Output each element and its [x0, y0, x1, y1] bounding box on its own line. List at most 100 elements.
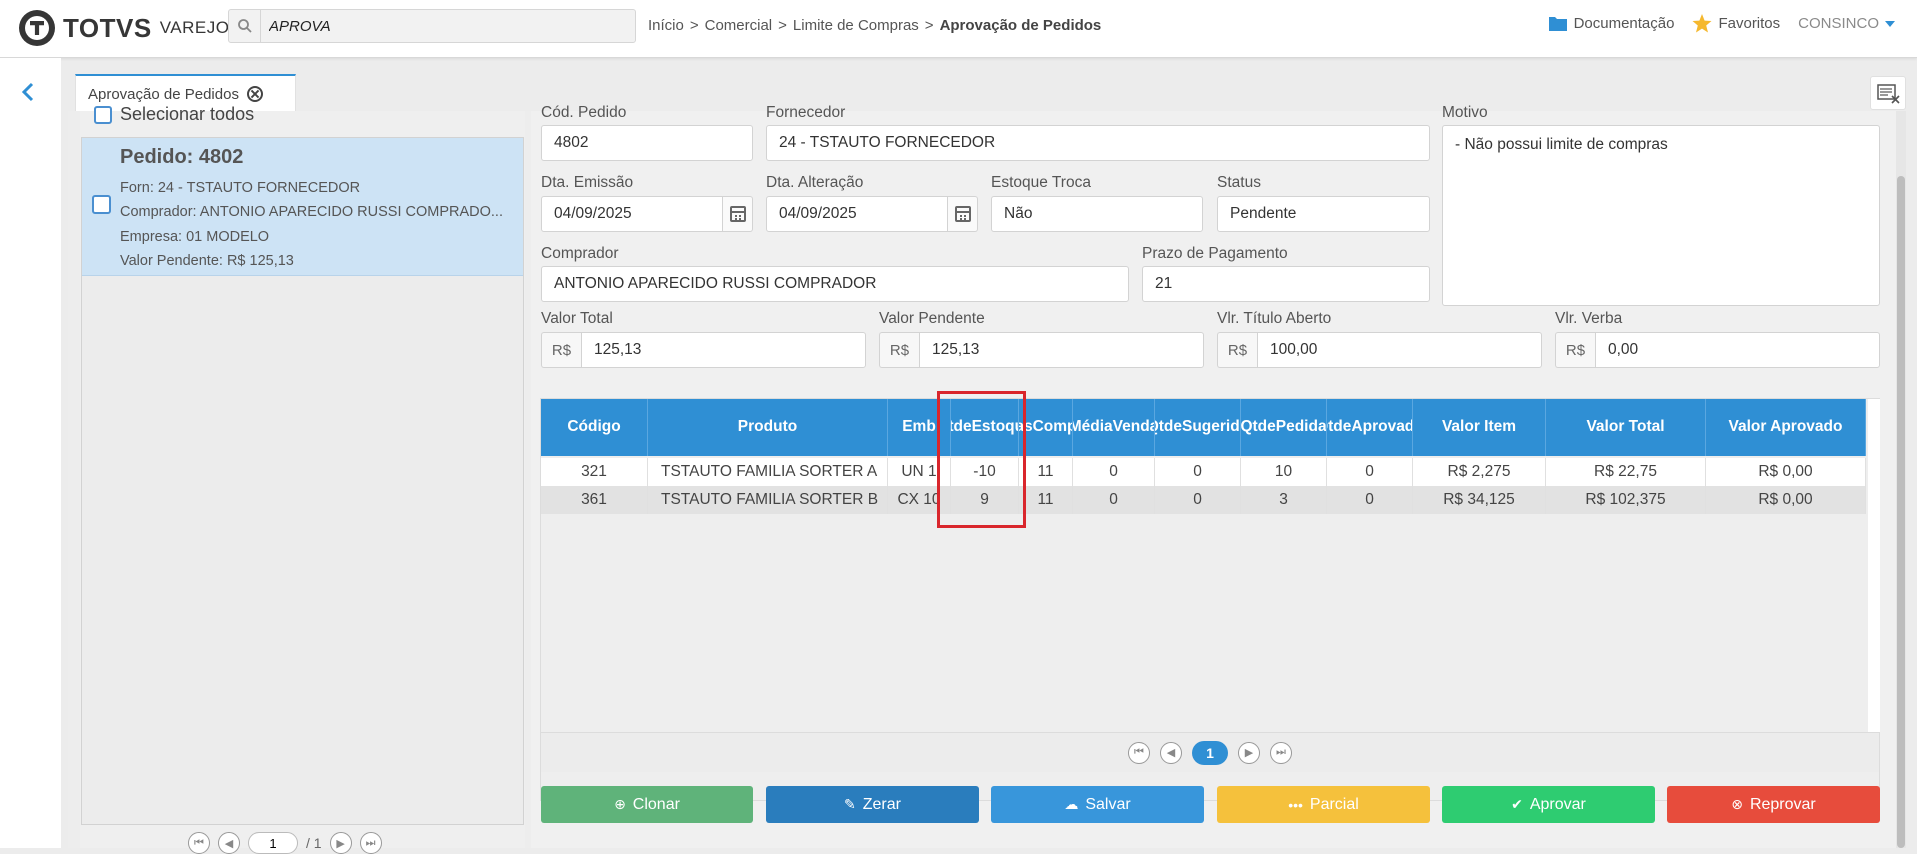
order-fornecedor: Forn: 24 - TSTAUTO FORNECEDOR	[120, 180, 361, 196]
left-sidebar	[0, 58, 61, 848]
list-pager: ⏮ ◀ / 1 ▶ ⏭	[188, 832, 382, 854]
breadcrumb-comercial[interactable]: Comercial	[705, 17, 773, 34]
page-total: / 1	[306, 835, 322, 851]
grid-header: CódigoProdutoEmbQtdeEstoqueDiasCompraMéd…	[541, 399, 1866, 456]
star-icon	[1692, 14, 1712, 33]
reprovar-button[interactable]: ⊗ Reprovar	[1667, 786, 1880, 823]
motivo-textarea[interactable]: - Não possui limite de compras	[1442, 125, 1880, 306]
breadcrumb-inicio[interactable]: Início	[648, 17, 684, 34]
prazo-label: Prazo de Pagamento	[1142, 245, 1288, 262]
select-all[interactable]: Selecionar todos	[94, 104, 254, 125]
times-circle-icon: ⊗	[1731, 796, 1743, 812]
table-row[interactable]: 361 TSTAUTO FAMILIA SORTER B CX 10 9 11 0 0 3 0 R…	[541, 486, 1866, 514]
list-item-order[interactable]: Pedido: 4802 Forn: 24 - TSTAUTO FORNECED…	[82, 138, 523, 276]
caret-down-icon	[1885, 20, 1895, 27]
select-all-label: Selecionar todos	[120, 104, 255, 124]
breadcrumb: Início > Comercial > Limite de Compras > Aprov…	[648, 17, 1102, 34]
cell-qtde-sugerida: 0	[1155, 458, 1241, 486]
salvar-button[interactable]: ☁ Salvar	[991, 786, 1204, 823]
clonar-button[interactable]: ⊕ Clonar	[541, 786, 753, 823]
vlr-titulo-field[interactable]: 100,00	[1257, 332, 1542, 368]
aprovar-button[interactable]: ✔ Aprovar	[1442, 786, 1655, 823]
column-header-valor-item[interactable]: Valor Item	[1413, 399, 1546, 456]
valor-pendente-field[interactable]: 125,13	[919, 332, 1204, 368]
parcial-button[interactable]: ••• Parcial	[1217, 786, 1430, 823]
page-scrollbar[interactable]	[1896, 111, 1906, 848]
order-checkbox[interactable]	[92, 195, 111, 214]
next-page-icon[interactable]: ▶	[329, 832, 352, 854]
select-all-checkbox[interactable]	[94, 105, 112, 124]
fornecedor-field[interactable]: 24 - TSTAUTO FORNECEDOR	[766, 125, 1430, 161]
cell-codigo: 321	[541, 458, 648, 486]
totvs-logo[interactable]: TOTVS VAREJO	[19, 9, 229, 47]
plus-circle-icon: ⊕	[614, 796, 626, 812]
cell-media-venda: 0	[1073, 458, 1155, 486]
check-circle-icon: ✔	[1511, 796, 1523, 812]
dta-emissao-field[interactable]: 04/09/2025	[541, 196, 723, 232]
valor-total-field[interactable]: 125,13	[581, 332, 866, 368]
column-header-dias-compra[interactable]: DiasCompra	[1019, 399, 1073, 456]
column-header-produto[interactable]: Produto	[648, 399, 888, 456]
comprador-field[interactable]: ANTONIO APARECIDO RUSSI COMPRADOR	[541, 266, 1129, 302]
cod-pedido-label: Cód. Pedido	[541, 104, 627, 121]
column-header-codigo[interactable]: Código	[541, 399, 648, 456]
column-header-qtde-aprovada[interactable]: QtdeAprovada	[1327, 399, 1413, 456]
prazo-field[interactable]: 21	[1142, 266, 1430, 302]
cell-produto: TSTAUTO FAMILIA SORTER A	[648, 458, 888, 486]
vlr-verba-label: Vlr. Verba	[1555, 310, 1623, 327]
vlr-titulo-label: Vlr. Título Aberto	[1217, 310, 1332, 327]
tab-label: Aprovação de Pedidos	[88, 85, 239, 103]
dta-alteracao-calendar-button[interactable]	[948, 196, 978, 232]
cell-qtde-aprovada: 0	[1327, 486, 1413, 514]
cell-media-venda: 0	[1073, 486, 1155, 514]
cell-qtde-pedida: 3	[1241, 486, 1327, 514]
search-input[interactable]	[269, 10, 629, 42]
last-page-icon[interactable]: ⏭	[359, 832, 382, 854]
last-page-icon[interactable]: ⏭	[1270, 741, 1292, 764]
prev-page-icon[interactable]: ◀	[1160, 741, 1182, 764]
status-field[interactable]: Pendente	[1217, 196, 1430, 232]
documentation-link[interactable]: Documentação	[1548, 15, 1674, 32]
column-header-valor-aprovado[interactable]: Valor Aprovado	[1706, 399, 1866, 456]
cell-valor-aprovado: R$ 0,00	[1706, 458, 1866, 486]
close-icon[interactable]	[246, 86, 263, 102]
dta-emissao-calendar-button[interactable]	[723, 196, 753, 232]
column-header-qtde-pedida[interactable]: Qtde Pedida	[1241, 399, 1327, 456]
list-settings-icon	[1877, 84, 1900, 104]
estoque-troca-field[interactable]: Não	[991, 196, 1203, 232]
cell-qtde-sugerida: 0	[1155, 486, 1241, 514]
column-header-media-venda[interactable]: Média Venda	[1073, 399, 1155, 456]
column-header-valor-total[interactable]: Valor Total	[1546, 399, 1706, 456]
page-1-button[interactable]: 1	[1192, 740, 1228, 765]
vlr-verba-currency: R$	[1555, 332, 1595, 368]
grid-settings-button[interactable]	[1870, 76, 1906, 110]
table-row[interactable]: 321 TSTAUTO FAMILIA SORTER A UN 1 -10 11 0 0 10…	[541, 458, 1866, 486]
logo-text: TOTVS	[63, 12, 152, 43]
user-menu[interactable]: CONSINCO	[1798, 15, 1895, 32]
prev-page-icon[interactable]: ◀	[218, 832, 240, 854]
order-empresa: Empresa: 01 MODELO	[120, 229, 270, 245]
cell-produto: TSTAUTO FAMILIA SORTER B	[648, 486, 888, 514]
chevron-left-icon[interactable]	[21, 82, 35, 102]
order-title: Pedido: 4802	[120, 146, 244, 168]
grid-scrollbar[interactable]	[1868, 399, 1880, 732]
next-page-icon[interactable]: ▶	[1238, 741, 1260, 764]
column-header-qtde-sugerida[interactable]: QtdeSugerida	[1155, 399, 1241, 456]
zerar-button[interactable]: ✎ Zerar	[766, 786, 979, 823]
scrollbar-thumb[interactable]	[1897, 176, 1905, 848]
totvs-logo-icon	[19, 10, 55, 46]
vlr-verba-field[interactable]: 0,00	[1595, 332, 1880, 368]
top-bar: TOTVS VAREJO Início>Comercial>Limite de …	[0, 0, 1917, 58]
cell-valor-item: R$ 2,275	[1413, 458, 1546, 486]
cod-pedido-field[interactable]: 4802	[541, 125, 753, 161]
first-page-icon[interactable]: ⏮	[188, 832, 210, 854]
page-input[interactable]	[248, 832, 298, 854]
breadcrumb-limite[interactable]: Limite de Compras	[793, 17, 919, 34]
valor-total-label: Valor Total	[541, 310, 613, 327]
cell-dias-compra: 11	[1019, 486, 1073, 514]
cell-valor-total: R$ 102,375	[1546, 486, 1706, 514]
favorites-link[interactable]: Favoritos	[1692, 14, 1780, 33]
calendar-icon	[955, 206, 971, 222]
first-page-icon[interactable]: ⏮	[1128, 741, 1150, 764]
dta-alteracao-field[interactable]: 04/09/2025	[766, 196, 948, 232]
